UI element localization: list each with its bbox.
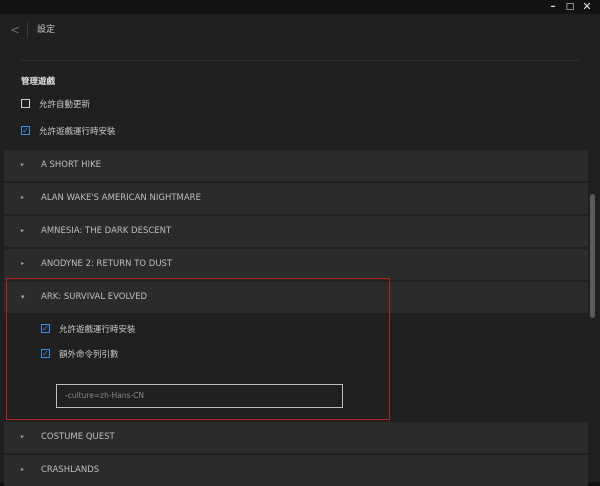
install-while-running-label: 允許遊戲運行時安裝 (39, 127, 116, 137)
expand-caret-icon: ▸ (21, 161, 25, 168)
expand-caret-icon: ▸ (21, 260, 25, 267)
expand-caret-icon: ▸ (21, 466, 25, 473)
ark-install-while-running-checkbox[interactable]: ✓ (41, 324, 50, 333)
ark-launch-args-label: 額外命令列引數 (59, 350, 119, 360)
collapse-caret-icon: ▾ (21, 293, 25, 301)
game-row-a-short-hike[interactable]: ▸ A SHORT HIKE (4, 150, 588, 181)
page-title: 設定 (37, 25, 56, 35)
game-name: AMNESIA: THE DARK DESCENT (41, 226, 172, 236)
game-name: A SHORT HIKE (41, 160, 102, 170)
auto-update-checkbox[interactable] (21, 99, 30, 108)
game-row-alan-wake[interactable]: ▸ ALAN WAKE'S AMERICAN NIGHTMARE (4, 183, 588, 214)
ark-launch-args-checkbox[interactable]: ✓ (41, 349, 50, 358)
back-arrow-icon[interactable]: < (8, 22, 22, 38)
manage-games-title: 管理遊戲 (21, 77, 56, 87)
game-name: CRASHLANDS (41, 465, 100, 475)
expand-caret-icon: ▸ (21, 227, 25, 234)
ark-install-while-running-label: 允許遊戲運行時安裝 (59, 325, 136, 335)
game-row-ark[interactable]: ▾ ARK: SURVIVAL EVOLVED (4, 282, 588, 313)
settings-content: 管理遊戲 允許自動更新 ✓ 允許遊戲運行時安裝 ▸ A SHORT HIKE ▸… (0, 46, 600, 486)
install-while-running-checkbox[interactable]: ✓ (21, 126, 30, 135)
close-icon[interactable]: ✕ (580, 1, 594, 13)
settings-header: < 設定 (0, 14, 600, 46)
game-name: COSTUME QUEST (41, 432, 115, 442)
ark-settings-panel: ✓ 允許遊戲運行時安裝 ✓ 額外命令列引數 -culture=zh-Hans-C… (4, 314, 588, 423)
window-titlebar: – □ ✕ (0, 0, 600, 14)
game-name: ALAN WAKE'S AMERICAN NIGHTMARE (41, 193, 201, 203)
game-name: ANODYNE 2: RETURN TO DUST (41, 259, 173, 269)
game-row-crashlands[interactable]: ▸ CRASHLANDS (4, 455, 588, 486)
minimize-icon[interactable]: – (546, 1, 560, 13)
game-row-anodyne-2[interactable]: ▸ ANODYNE 2: RETURN TO DUST (4, 249, 588, 280)
header-divider (27, 22, 28, 38)
game-row-costume-quest[interactable]: ▸ COSTUME QUEST (4, 422, 588, 453)
expand-caret-icon: ▸ (21, 194, 25, 201)
maximize-icon[interactable]: □ (563, 1, 577, 13)
game-row-amnesia[interactable]: ▸ AMNESIA: THE DARK DESCENT (4, 216, 588, 247)
section-divider (20, 60, 580, 61)
expand-caret-icon: ▸ (21, 433, 25, 440)
auto-update-label: 允許自動更新 (39, 100, 91, 110)
launch-args-input[interactable]: -culture=zh-Hans-CN (56, 384, 343, 408)
game-name: ARK: SURVIVAL EVOLVED (41, 292, 148, 302)
scrollbar-thumb[interactable] (590, 194, 595, 318)
